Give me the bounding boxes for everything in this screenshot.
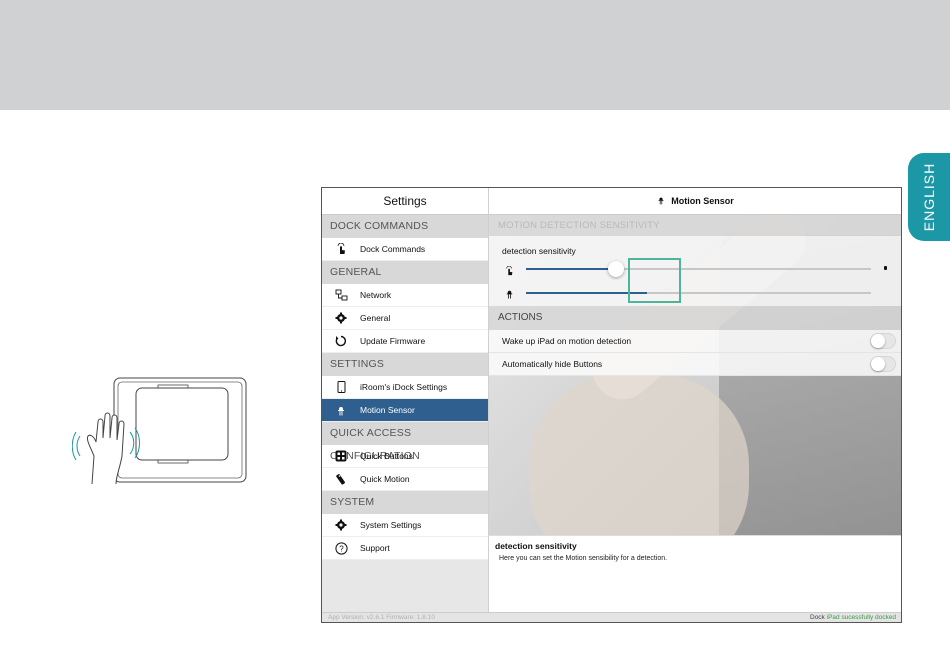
touch-slider-fill — [526, 268, 616, 270]
sensor-sensitivity-slider[interactable] — [526, 292, 871, 294]
sidebar-item-label: iRoom's iDock Settings — [360, 382, 448, 392]
version-text: App Version: v2.6.1 Firmware: 1.8.10 — [328, 614, 435, 621]
main-header: Motion Sensor — [489, 188, 901, 215]
touch-sensitivity-slider[interactable] — [526, 261, 871, 277]
sidebar-item-label: Quick Motion — [360, 474, 410, 484]
description-panel: detection sensitivity Here you can set t… — [489, 535, 901, 612]
remote-icon — [322, 473, 360, 485]
sidebar-item-support[interactable]: ? Support — [322, 537, 488, 560]
touch-icon — [322, 243, 360, 255]
page-title: Motion Sensor — [671, 196, 734, 206]
touch-slider-knob[interactable] — [607, 261, 624, 277]
section-system: SYSTEM — [322, 491, 488, 514]
action-row-hide-buttons: Automatically hide Buttons — [489, 353, 901, 376]
language-tab-label: ENGLISH — [921, 162, 937, 232]
network-icon — [322, 289, 360, 301]
status-bar: App Version: v2.6.1 Firmware: 1.8.10 Doc… — [322, 612, 901, 622]
description-title: detection sensitivity — [495, 541, 577, 551]
hide-buttons-toggle[interactable] — [870, 356, 896, 372]
ipad-icon — [322, 381, 360, 393]
sidebar-item-network[interactable]: Network — [322, 284, 488, 307]
sidebar-item-motion-sensor[interactable]: Motion Sensor — [322, 399, 488, 422]
sidebar-item-label: General — [360, 313, 391, 323]
refresh-icon — [322, 335, 360, 347]
action-label: Wake up iPad on motion detection — [502, 336, 632, 346]
sidebar-item-label: Dock Commands — [360, 244, 426, 254]
sidebar-blank-area — [322, 560, 488, 612]
sidebar-item-update-firmware[interactable]: Update Firmware — [322, 330, 488, 353]
highlight-box — [628, 258, 681, 303]
section-quick-access: QUICK ACCESS CONFIGURATION — [322, 422, 488, 462]
gear-icon — [322, 519, 360, 531]
sidebar-title: Settings — [322, 188, 488, 215]
gear-icon — [322, 312, 360, 324]
top-banner — [0, 0, 950, 110]
svg-text:?: ? — [339, 544, 344, 553]
sidebar-item-general[interactable]: General — [322, 307, 488, 330]
ipad-screenshot: Settings DOCK COMMANDS Dock Commands GEN… — [321, 187, 902, 623]
touch-icon — [505, 263, 514, 281]
action-label: Automatically hide Buttons — [502, 359, 603, 369]
section-dock-commands: DOCK COMMANDS — [322, 215, 488, 238]
sidebar-item-label: Network — [360, 290, 392, 300]
sidebar-item-label: Motion Sensor — [360, 405, 415, 415]
sidebar-item-label: Support — [360, 543, 390, 553]
section-actions: ACTIONS — [489, 306, 901, 330]
help-icon: ? — [322, 541, 360, 555]
sidebar-item-dock-commands[interactable]: Dock Commands — [322, 238, 488, 261]
sidebar-item-label: Update Firmware — [360, 336, 426, 346]
language-tab[interactable]: ENGLISH — [908, 153, 950, 241]
slider-max-marker — [884, 266, 887, 270]
section-settings: SETTINGS — [322, 353, 488, 376]
hand-wave-illustration — [72, 377, 247, 485]
sidebar-item-quick-motion[interactable]: Quick Motion — [322, 468, 488, 491]
motion-sensor-icon — [322, 404, 360, 416]
description-text: Here you can set the Motion sensibility … — [499, 555, 668, 562]
dock-status-text: iPad sucessfully docked — [826, 614, 896, 621]
action-row-wake-ipad: Wake up iPad on motion detection — [489, 330, 901, 353]
grid-icon — [322, 450, 360, 462]
sidebar-item-label: Quick Buttons — [360, 451, 413, 461]
motion-sensor-icon — [657, 195, 665, 207]
motion-sensor-icon — [505, 286, 514, 304]
dock-label: Dock — [810, 614, 825, 621]
main-panel: Motion Sensor MOTION DETECTION SENSITIVI… — [489, 188, 901, 612]
dock-status: Dock iPad sucessfully docked — [810, 614, 896, 621]
wake-ipad-toggle[interactable] — [870, 333, 896, 349]
sidebar-item-label: System Settings — [360, 520, 422, 530]
sidebar: Settings DOCK COMMANDS Dock Commands GEN… — [322, 188, 489, 612]
sidebar-item-system-settings[interactable]: System Settings — [322, 514, 488, 537]
sidebar-item-iroom-settings[interactable]: iRoom's iDock Settings — [322, 376, 488, 399]
sensitivity-panel: detection sensitivity — [489, 236, 901, 306]
section-sensitivity: MOTION DETECTION SENSITIVITY — [489, 215, 901, 236]
sensitivity-label: detection sensitivity — [502, 246, 576, 256]
section-general: GENERAL — [322, 261, 488, 284]
